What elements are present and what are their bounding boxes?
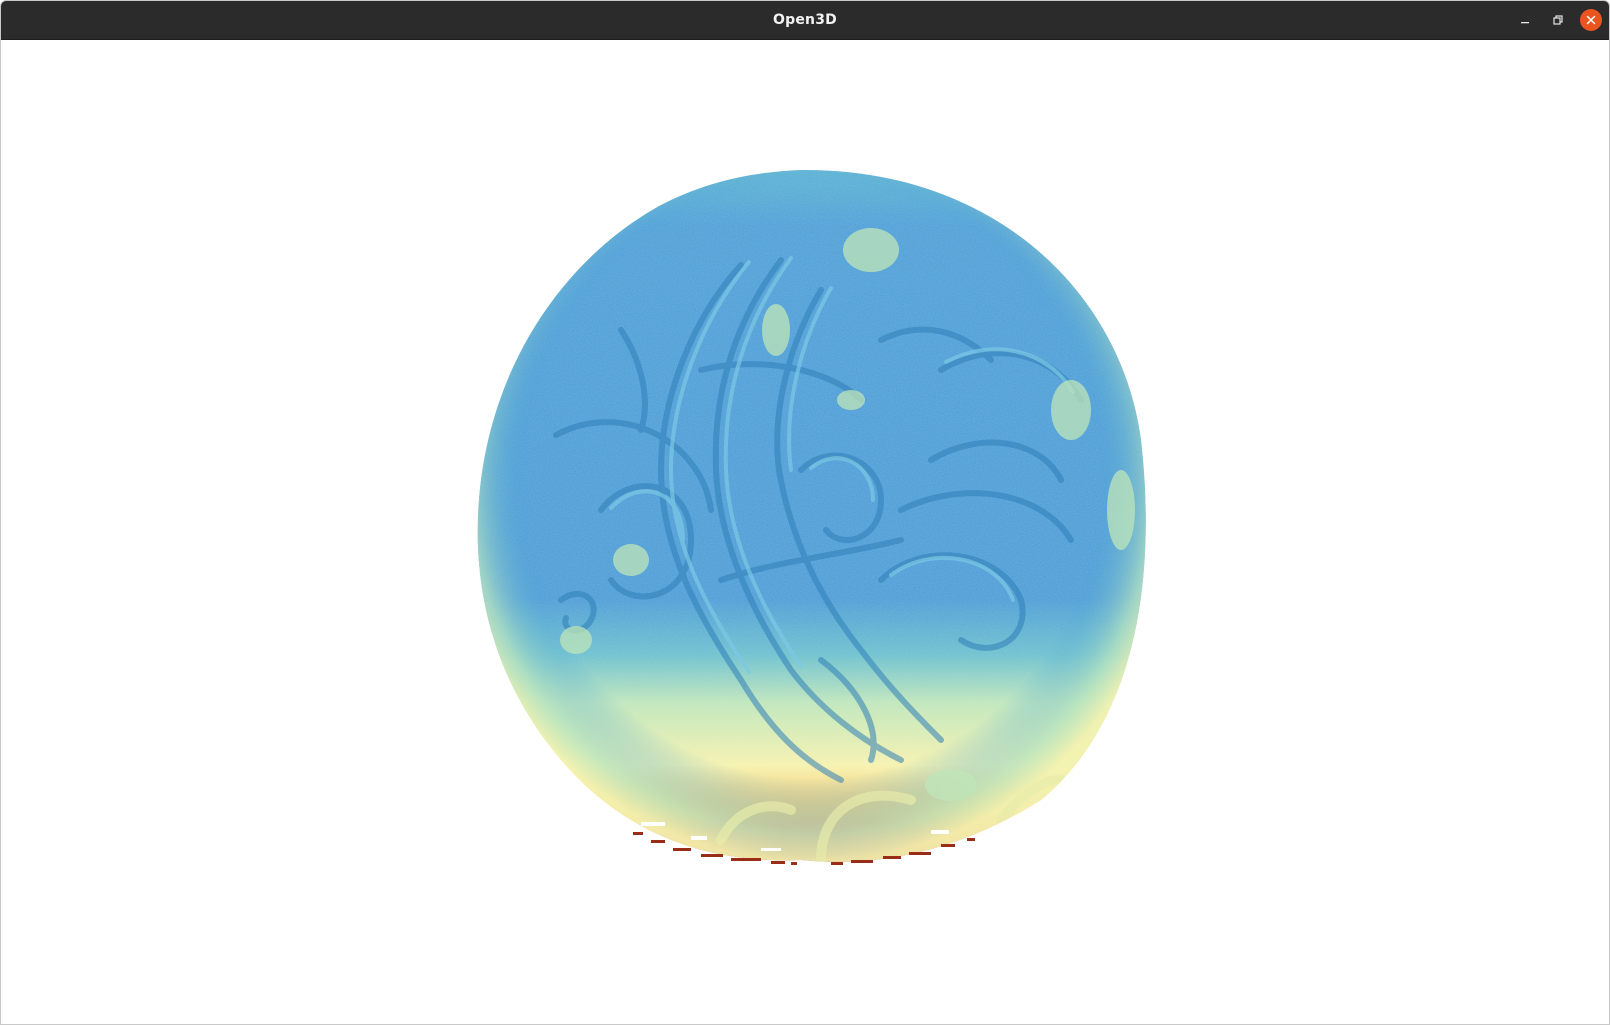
3d-viewport[interactable] — [1, 40, 1609, 1024]
window-title: Open3D — [773, 12, 837, 28]
close-button[interactable] — [1580, 9, 1602, 31]
minimize-button[interactable] — [1514, 9, 1536, 31]
coin-scan — [477, 169, 1146, 865]
open3d-window: Open3D — [0, 0, 1610, 1025]
restore-icon — [1553, 15, 1563, 25]
title-bar[interactable]: Open3D — [1, 1, 1609, 40]
point-cloud-render — [477, 169, 1146, 865]
close-icon — [1586, 15, 1596, 25]
minimize-icon — [1520, 15, 1530, 25]
restore-button[interactable] — [1547, 9, 1569, 31]
